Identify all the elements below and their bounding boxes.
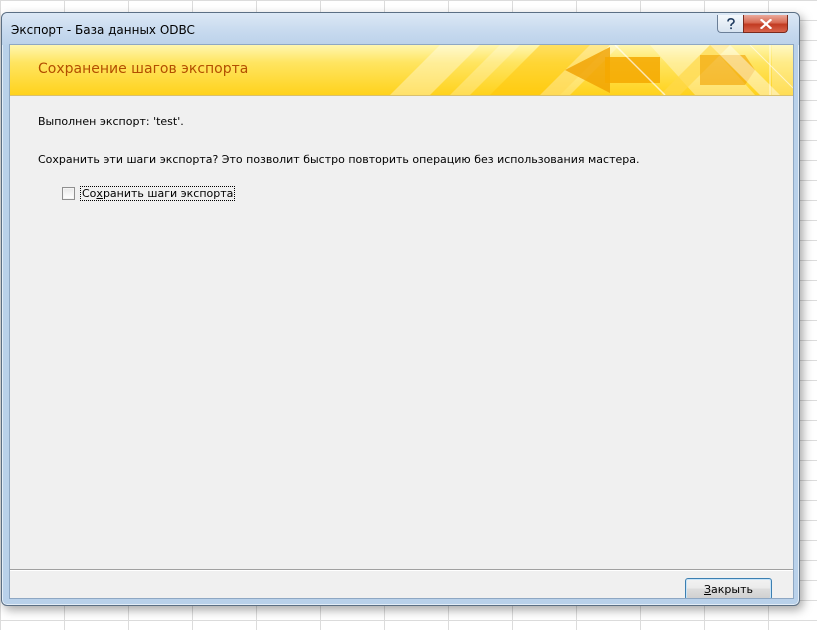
close-x-icon [759,18,772,29]
save-prompt-text: Сохранить эти шаги экспорта? Это позволи… [38,153,640,166]
export-status-text: Выполнен экспорт: 'test'. [38,115,184,128]
window-close-button[interactable] [743,15,788,33]
save-steps-checkbox[interactable] [62,186,75,200]
title-bar[interactable]: Экспорт - База данных ODBC [2,13,799,45]
banner-title: Сохранение шагов экспорта [38,61,249,77]
help-button[interactable] [717,15,744,33]
export-dialog-window: Экспорт - База данных ODBC Сохранение ша… [1,12,800,606]
close-button[interactable]: Закрыть [685,578,772,598]
banner-divider [10,95,793,96]
save-steps-option[interactable]: Сохранить шаги экспорта [62,185,236,201]
dialog-content: Сохранение шагов экспорта Выполнен экспо… [9,44,794,599]
window-title: Экспорт - База данных ODBC [11,23,195,37]
header-banner: Сохранение шагов экспорта [10,45,793,95]
save-steps-label[interactable]: Сохранить шаги экспорта [80,185,236,201]
question-mark-icon [726,17,736,30]
footer-divider [10,569,793,571]
